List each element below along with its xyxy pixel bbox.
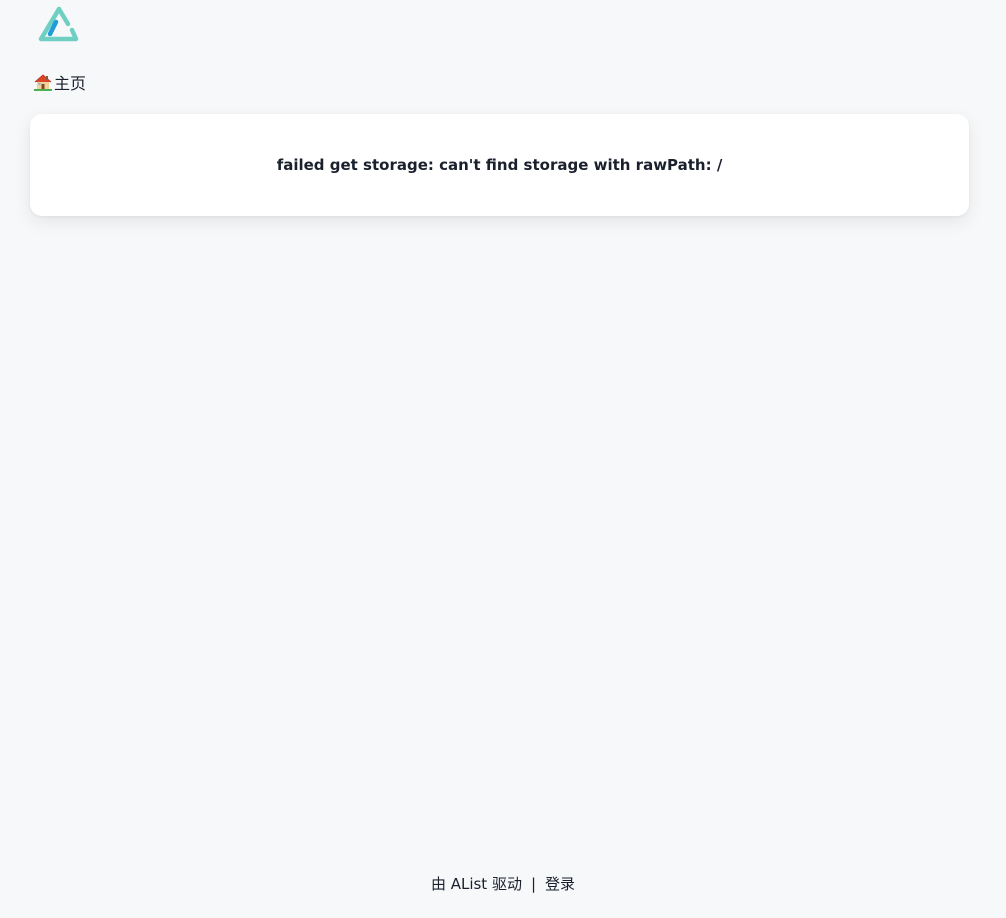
powered-by-link[interactable]: 由 AList 驱动 (431, 873, 522, 894)
breadcrumb-home-link[interactable]: 主页 (34, 70, 86, 94)
login-link[interactable]: 登录 (545, 873, 575, 894)
site-header (38, 6, 80, 42)
message-card: failed get storage: can't find storage w… (30, 114, 969, 216)
footer: 由 AList 驱动 | 登录 (0, 873, 1006, 894)
alist-logo-icon (38, 6, 79, 42)
error-message: failed get storage: can't find storage w… (276, 156, 723, 174)
breadcrumb-home-label: 主页 (54, 74, 87, 93)
house-emoji-icon (34, 73, 52, 91)
logo-link[interactable] (38, 6, 80, 42)
footer-separator: | (530, 874, 537, 893)
breadcrumb: 主页 (34, 70, 86, 94)
